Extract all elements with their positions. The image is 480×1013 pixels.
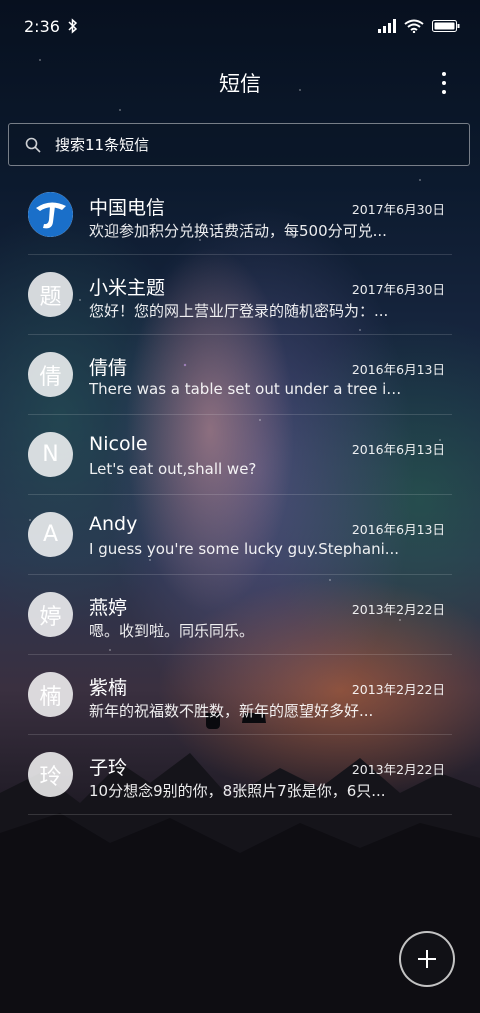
message-preview: 您好！您的网上营业厅登录的随机密码为：... [89, 302, 389, 320]
conversation-item[interactable]: 题 小米主题 2017年6月30日 您好！您的网上营业厅登录的随机密码为：... [0, 255, 480, 335]
wifi-icon [404, 19, 424, 33]
message-date: 2016年6月13日 [351, 442, 445, 457]
message-preview: 欢迎参加积分兑换话费活动，每500分可兑... [89, 222, 387, 240]
avatar: A [28, 512, 73, 557]
message-preview: 新年的祝福数不胜数，新年的愿望好多好... [89, 702, 374, 720]
message-preview: 嗯。收到啦。同乐同乐。 [89, 622, 255, 640]
avatar: 倩 [28, 352, 73, 397]
more-vertical-icon-dot [442, 90, 446, 94]
avatar: 楠 [28, 672, 73, 717]
search-input[interactable] [55, 135, 435, 154]
message-date: 2016年6月13日 [351, 362, 445, 377]
contact-name: 紫楠 [89, 677, 128, 699]
status-time: 2:36 [24, 16, 60, 36]
message-preview: Let's eat out,shall we? [89, 460, 257, 478]
more-vertical-icon [442, 72, 446, 76]
conversation-item[interactable]: 婷 燕婷 2013年2月22日 嗯。收到啦。同乐同乐。 [0, 575, 480, 655]
page-title: 短信 [219, 72, 261, 96]
signal-icon [378, 19, 396, 33]
title-bar: 短信 [0, 60, 480, 106]
contact-name: 燕婷 [89, 597, 128, 619]
china-telecom-logo-avatar [28, 192, 73, 237]
search-icon [25, 137, 41, 153]
contact-name: 子玲 [89, 757, 128, 779]
conversation-item[interactable]: 玲 子玲 2013年2月22日 10分想念9别的你，8张照片7张是你，6只... [0, 735, 480, 815]
contact-name: 中国电信 [89, 197, 166, 219]
message-date: 2016年6月13日 [351, 522, 445, 537]
conversation-item[interactable]: 中国电信 2017年6月30日 欢迎参加积分兑换话费活动，每500分可兑... [0, 175, 480, 255]
conversation-item[interactable]: 倩 倩倩 2016年6月13日 There was a table set ou… [0, 335, 480, 415]
china-telecom-logo-icon [28, 192, 73, 237]
plus-icon [418, 950, 436, 968]
bluetooth-icon [68, 18, 78, 34]
conversation-item[interactable]: N Nicole 2016年6月13日 Let's eat out,shall … [0, 415, 480, 495]
more-vertical-icon-dot [442, 81, 446, 85]
conversation-item[interactable]: 楠 紫楠 2013年2月22日 新年的祝福数不胜数，新年的愿望好多好... [0, 655, 480, 735]
avatar: 题 [28, 272, 73, 317]
message-date: 2013年2月22日 [351, 682, 445, 697]
conversation-list: 中国电信 2017年6月30日 欢迎参加积分兑换话费活动，每500分可兑... … [0, 175, 480, 815]
avatar: 玲 [28, 752, 73, 797]
message-date: 2017年6月30日 [351, 202, 445, 217]
status-bar: 2:36 [0, 0, 480, 52]
battery-icon [432, 20, 460, 32]
contact-name: Andy [89, 513, 138, 535]
message-preview: I guess you're some lucky guy.Stephani..… [89, 540, 400, 558]
message-date: 2017年6月30日 [351, 282, 445, 297]
avatar: 婷 [28, 592, 73, 637]
more-options-button[interactable] [434, 72, 454, 94]
new-message-button[interactable] [399, 931, 455, 987]
contact-name: 小米主题 [89, 277, 166, 299]
message-preview: 10分想念9别的你，8张照片7张是你，6只... [89, 782, 386, 800]
message-date: 2013年2月22日 [351, 762, 445, 777]
message-date: 2013年2月22日 [351, 602, 445, 617]
message-preview: There was a table set out under a tree i… [89, 380, 409, 398]
avatar: N [28, 432, 73, 477]
contact-name: 倩倩 [89, 357, 128, 379]
search-bar[interactable] [8, 123, 470, 166]
contact-name: Nicole [89, 433, 148, 455]
conversation-item[interactable]: A Andy 2016年6月13日 I guess you're some lu… [0, 495, 480, 575]
